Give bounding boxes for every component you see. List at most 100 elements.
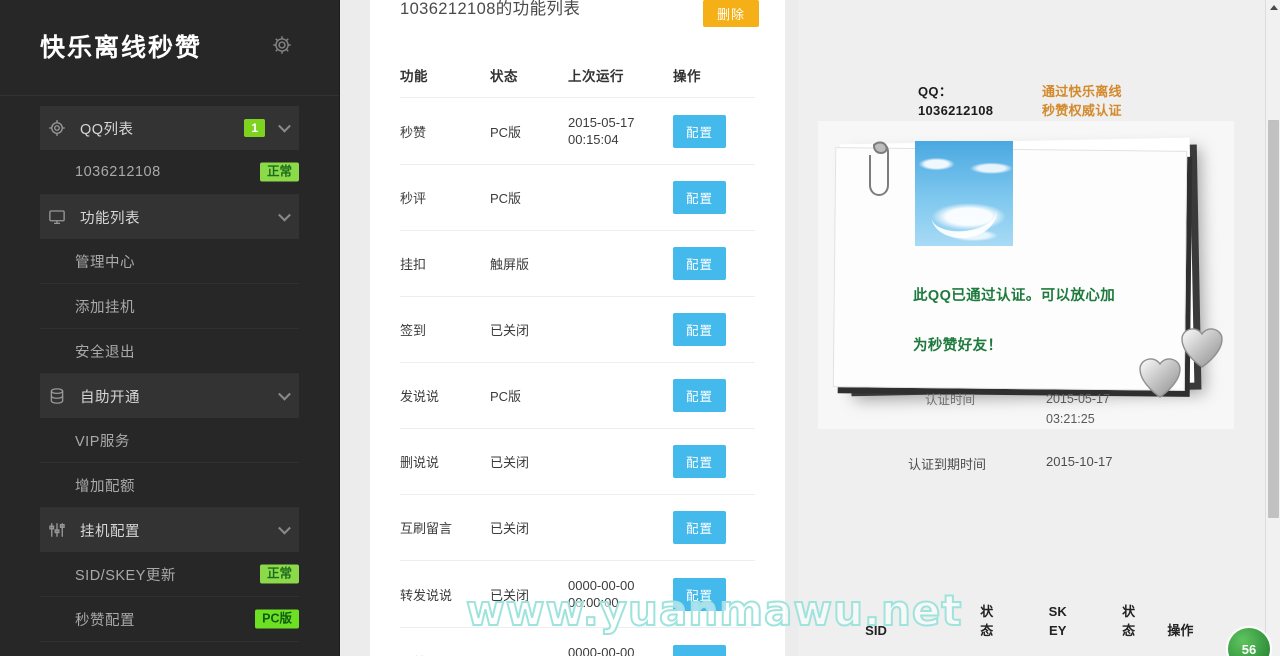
- sidebar-item-label: 1036212108: [75, 164, 161, 180]
- configure-button[interactable]: 配置: [673, 114, 727, 148]
- cell-status: 已关闭: [490, 428, 568, 495]
- table-row: 秒评 PC版 配置: [400, 164, 755, 231]
- column-header-sid: SID: [865, 623, 887, 638]
- cell-function: 转发说说: [400, 560, 490, 628]
- certificate-expire-label: 认证到期时间: [908, 457, 987, 472]
- page-title: 1036212108的功能列表: [400, 0, 581, 18]
- cell-action: 配置: [673, 164, 755, 231]
- table-header-row: 功能 状态 上次运行 操作: [400, 53, 755, 98]
- table-row: 互赞主页已关闭0000-00-00 00:00:00配置: [400, 627, 755, 656]
- table-row: 挂扣 触屏版 配置: [400, 230, 755, 297]
- cell-function: 发说说: [400, 362, 490, 429]
- cell-action: 配置: [673, 296, 755, 363]
- paperclip-icon: [866, 135, 892, 201]
- sidebar-group-label: 挂机配置: [80, 523, 140, 540]
- cell-function: 签到: [400, 296, 490, 363]
- cell-action: 配置: [673, 627, 755, 656]
- cell-status: PC版: [490, 164, 568, 231]
- chevron-down-icon: [278, 208, 291, 222]
- gear-icon: [48, 119, 66, 137]
- cell-status: 已关闭: [490, 627, 568, 656]
- sidebar-nav: QQ列表 1 1036212108 正常 功能列表 管理中心 添加挂机 安全退出…: [0, 106, 339, 642]
- scroll-up-icon[interactable]: [1270, 5, 1278, 10]
- cell-function: 挂扣: [400, 230, 490, 297]
- table-row: 删说说 已关闭 配置: [400, 428, 755, 495]
- sidebar-item-management-center[interactable]: 管理中心: [40, 239, 299, 284]
- sidebar-group-label: 自助开通: [80, 389, 140, 406]
- configure-button[interactable]: 配置: [673, 577, 727, 611]
- column-header-skey-status: 状 态: [1122, 604, 1136, 638]
- sidebar-group-function-list[interactable]: 功能列表: [40, 195, 299, 239]
- certificate-expire-value: 2015-10-17: [1046, 454, 1113, 469]
- sidebar-item-1036212108[interactable]: 1036212108 正常: [40, 150, 299, 195]
- app-root: 快乐离线秒赞 QQ列表 1 1036212108 正常 功能列表 管理中心 添加…: [0, 0, 1280, 656]
- table-row: 转发说说 已关闭 0000-00-00 00:00:00 配置: [400, 560, 755, 628]
- column-header-action: 操作: [673, 53, 755, 98]
- sidebar-header: 快乐离线秒赞: [0, 0, 339, 96]
- cell-last-run: [568, 164, 673, 231]
- cell-status: PC版: [490, 362, 568, 429]
- cell-last-run: 0000-00-00 00:00:00: [568, 560, 673, 628]
- column-header-skey: SK EY: [1048, 604, 1067, 638]
- certificate-authority-label: 通过快乐离线 秒赞权威认证: [1042, 84, 1122, 118]
- scrollbar-thumb[interactable]: [1268, 120, 1279, 518]
- database-icon: [48, 387, 66, 405]
- sidebar-item-add-hangup[interactable]: 添加挂机: [40, 284, 299, 329]
- function-table-body: 秒赞 PC版 2015-05-17 00:15:04 配置 秒评 PC版 配置 挂扣 触屏版 配置…: [400, 97, 755, 656]
- cell-status: 已关闭: [490, 494, 568, 561]
- configure-button[interactable]: 配置: [673, 313, 727, 346]
- delete-button[interactable]: 删除: [703, 0, 759, 27]
- cell-function: 互刷留言: [400, 494, 490, 561]
- cell-function: 删说说: [400, 428, 490, 495]
- sky-photo: [915, 141, 1013, 246]
- cell-status: 已关闭: [490, 296, 568, 363]
- configure-button[interactable]: 配置: [673, 379, 727, 412]
- cell-last-run: [568, 296, 673, 363]
- sid-table: SID 状 态 SK EY 状 态 操作: [798, 600, 1266, 642]
- sidebar-item-miaozan-config[interactable]: 秒赞配置 PC版: [40, 597, 299, 642]
- cell-action: 配置: [673, 494, 755, 561]
- configure-button[interactable]: 配置: [673, 247, 727, 280]
- column-header-last-run: 上次运行: [568, 53, 673, 98]
- sidebar-item-label: 添加挂机: [75, 299, 135, 316]
- sidebar-group-qq-list[interactable]: QQ列表 1: [40, 106, 299, 150]
- qq-count-badge: 1: [244, 119, 265, 137]
- cell-action: 配置: [673, 362, 755, 429]
- sidebar-item-vip-service[interactable]: VIP服务: [40, 418, 299, 463]
- sidebar-item-label: 管理中心: [75, 254, 135, 271]
- configure-button[interactable]: 配置: [673, 445, 727, 478]
- table-header-row: SID 状 态 SK EY 状 态 操作: [800, 602, 1264, 640]
- status-badge: 正常: [259, 162, 299, 182]
- sidebar-item-label: 增加配额: [75, 478, 135, 495]
- monitor-icon: [48, 208, 66, 226]
- sidebar-group-self-activation[interactable]: 自助开通: [40, 374, 299, 418]
- cell-action: 配置: [673, 428, 755, 495]
- sidebar-group-hangup-config[interactable]: 挂机配置: [40, 508, 299, 552]
- cell-last-run: 0000-00-00 00:00:00: [568, 627, 673, 656]
- cell-function: 秒赞: [400, 97, 490, 165]
- sidebar-item-label: 安全退出: [75, 344, 135, 361]
- cell-status: 触屏版: [490, 230, 568, 297]
- certificate-qq-label: QQ： 1036212108: [918, 84, 994, 118]
- configure-button[interactable]: 配置: [673, 511, 727, 544]
- configure-button[interactable]: 配置: [673, 644, 727, 656]
- sidebar-item-increase-quota[interactable]: 增加配额: [40, 463, 299, 508]
- cell-last-run: [568, 428, 673, 495]
- sidebar-item-safe-logout[interactable]: 安全退出: [40, 329, 299, 374]
- cell-action: 配置: [673, 560, 755, 628]
- table-row: 签到 已关闭 配置: [400, 296, 755, 363]
- function-table: 功能 状态 上次运行 操作 秒赞 PC版 2015-05-17 00:15:04 配置…: [400, 53, 755, 656]
- cell-function: 秒评: [400, 164, 490, 231]
- sidebar-group-label: 功能列表: [80, 210, 140, 227]
- gear-icon[interactable]: [271, 34, 293, 56]
- brand-title: 快乐离线秒赞: [40, 33, 203, 62]
- chevron-down-icon: [278, 119, 291, 133]
- configure-button[interactable]: 配置: [673, 181, 727, 214]
- page-scrollbar[interactable]: [1265, 0, 1280, 656]
- chevron-down-icon: [278, 387, 291, 401]
- cell-function: 互赞主页: [400, 627, 490, 656]
- sidebar-item-label: SID/SKEY更新: [75, 567, 176, 584]
- cell-status: PC版: [490, 97, 568, 165]
- sidebar-item-sid-skey-update[interactable]: SID/SKEY更新 正常: [40, 552, 299, 597]
- sidebar-item-label: VIP服务: [75, 433, 130, 450]
